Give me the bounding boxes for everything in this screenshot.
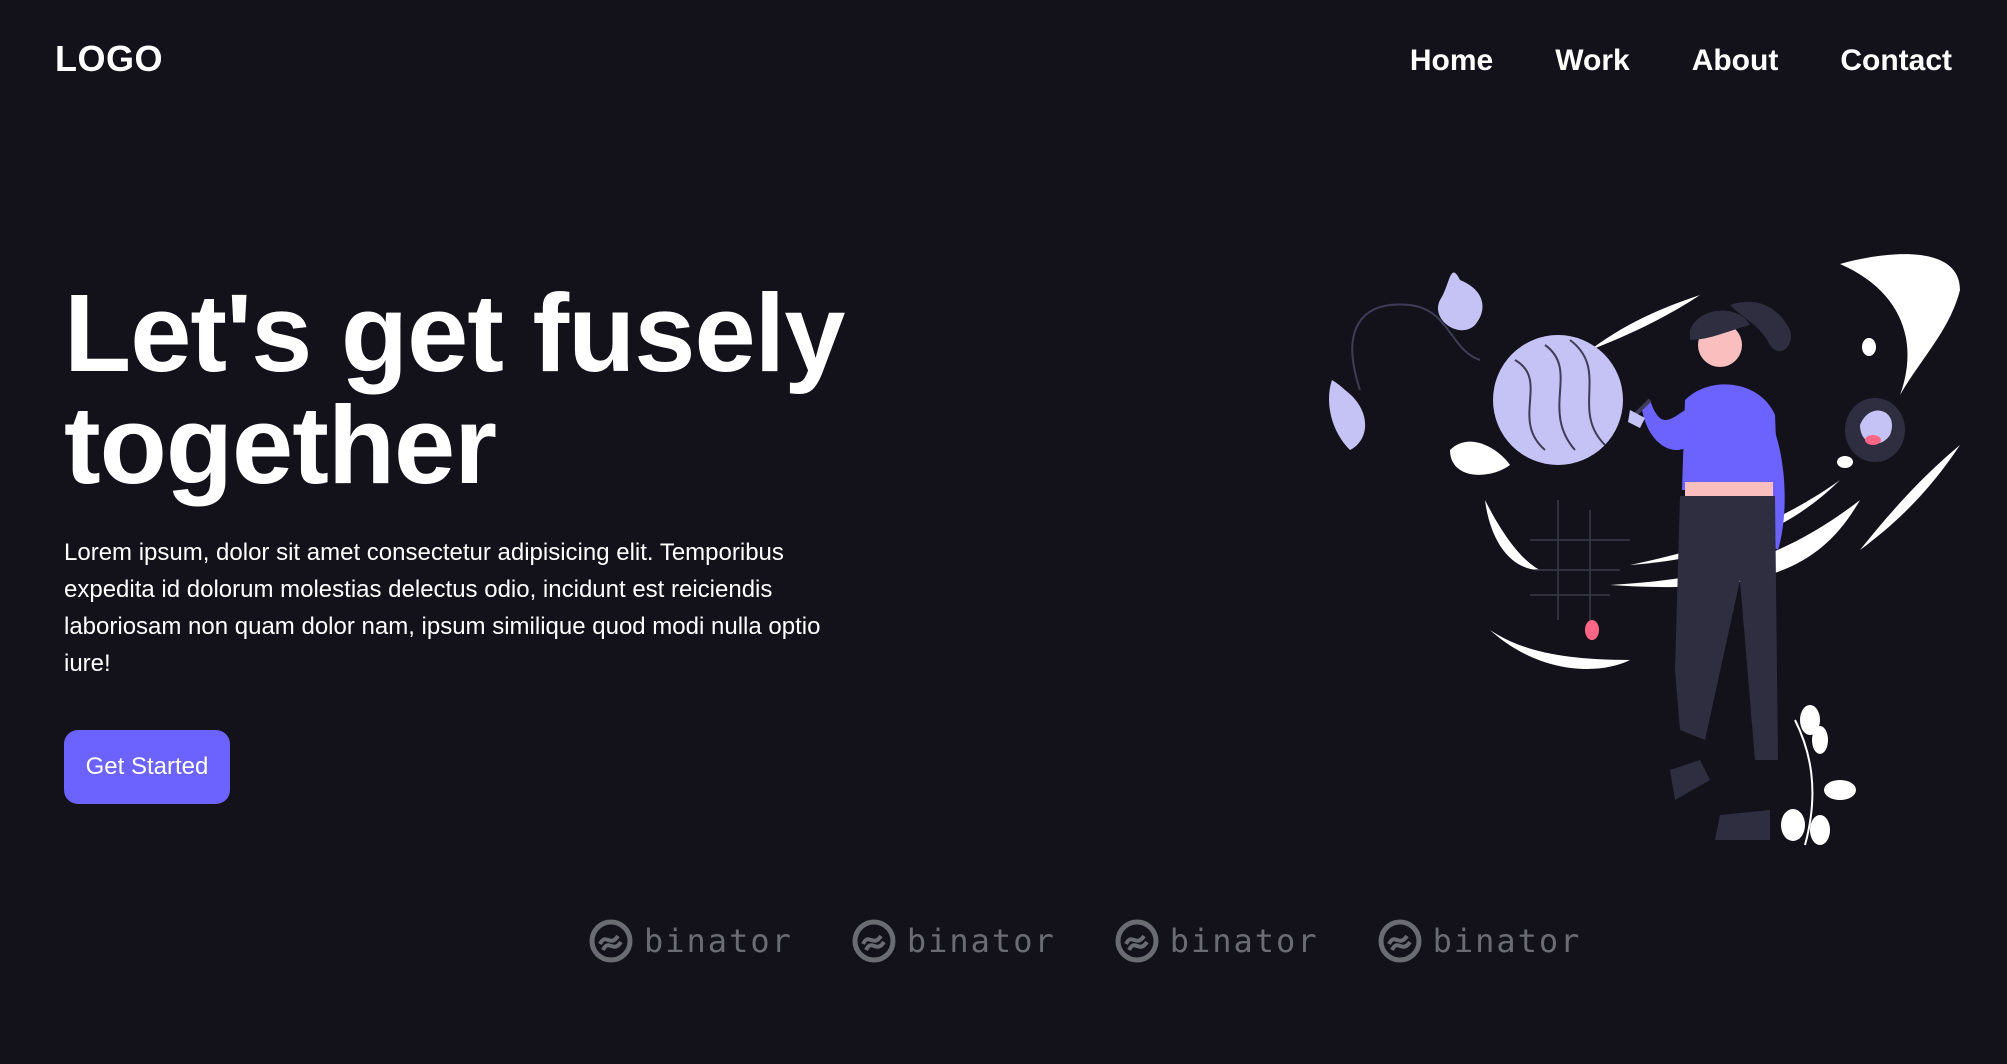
binator-icon — [852, 919, 896, 963]
brand-logo: binator — [851, 918, 1056, 964]
brand-name: binator — [1169, 922, 1319, 960]
grid-sketch — [1530, 500, 1630, 630]
brand-name: binator — [1432, 922, 1582, 960]
logo[interactable]: LOGO — [55, 38, 163, 80]
binator-icon — [1115, 919, 1159, 963]
binator-icon — [589, 919, 633, 963]
landing-page: LOGO Home Work About Contact Let's get f… — [0, 0, 2007, 1064]
brand-name: binator — [644, 922, 793, 960]
nav-about[interactable]: About — [1692, 44, 1779, 78]
palette-blob — [1837, 398, 1905, 468]
hero-section: Let's get fusely together Lorem ipsum, d… — [64, 278, 924, 682]
lavender-leaf-2 — [1329, 380, 1366, 450]
lavender-leaf-1 — [1438, 272, 1483, 331]
wavy-sphere — [1493, 335, 1623, 465]
nav-contact[interactable]: Contact — [1840, 44, 1952, 78]
main-nav: Home Work About Contact — [1410, 44, 1952, 78]
brand-name: binator — [906, 922, 1056, 960]
brand-logo: binator — [1114, 918, 1319, 964]
brand-logo: binator — [588, 918, 793, 964]
brand-logos: binator binator binator binator — [588, 918, 1581, 964]
decorative-plant — [1781, 705, 1856, 846]
hero-illustration — [1329, 254, 1960, 846]
pink-drop — [1585, 620, 1599, 640]
hero-title: Let's get fusely together — [64, 278, 924, 502]
brand-logo: binator — [1377, 918, 1582, 964]
hero-title-line2: together — [64, 384, 497, 507]
hero-title-line1: Let's get fusely — [64, 272, 845, 395]
get-started-button[interactable]: Get Started — [64, 730, 230, 804]
woman-figure — [1628, 301, 1791, 840]
nav-home[interactable]: Home — [1410, 44, 1493, 78]
hero-description: Lorem ipsum, dolor sit amet consectetur … — [64, 539, 821, 677]
nav-work[interactable]: Work — [1555, 44, 1629, 78]
decorative-dot — [1862, 338, 1876, 356]
binator-icon — [1378, 919, 1422, 963]
